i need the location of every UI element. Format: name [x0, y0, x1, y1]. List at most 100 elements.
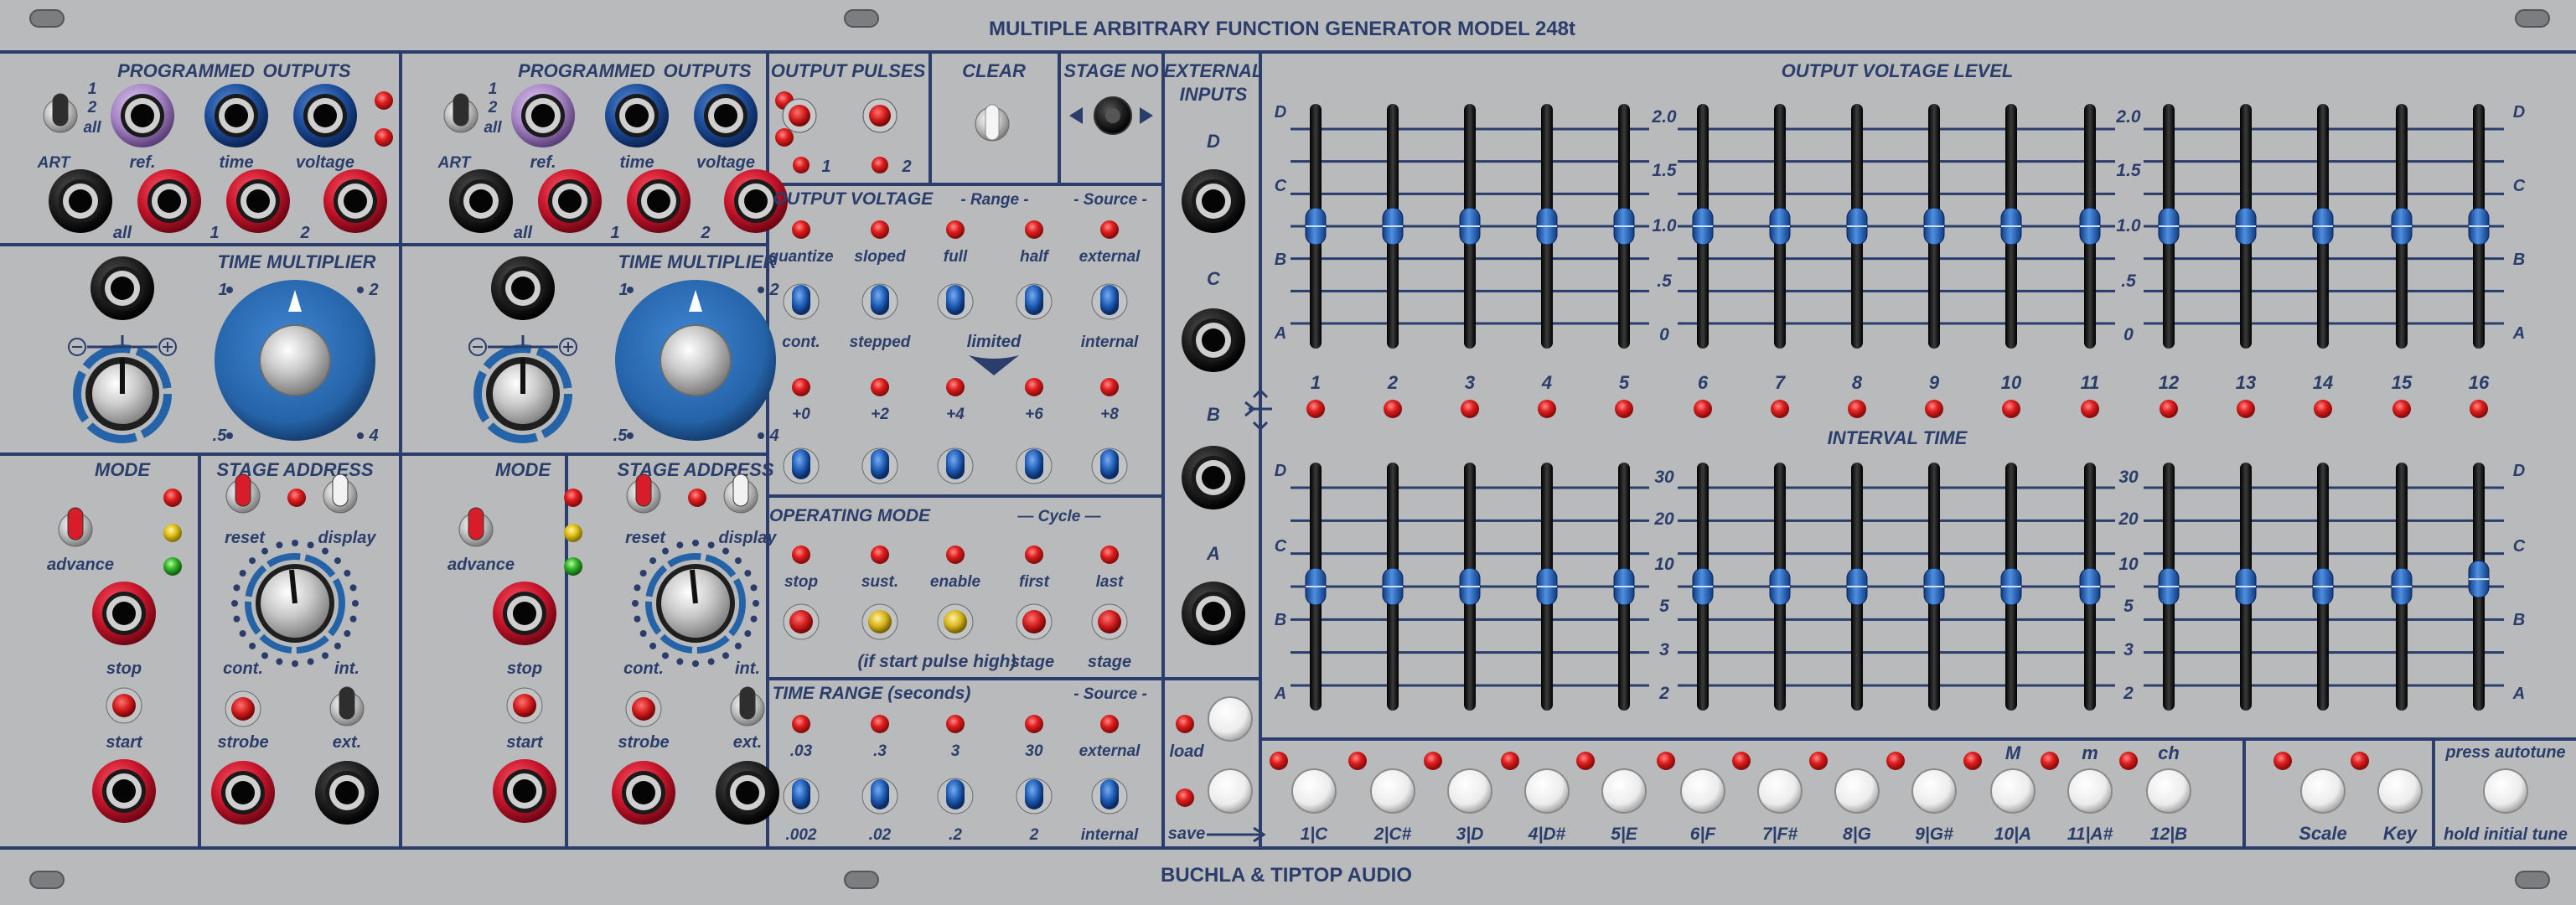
output-2-jack[interactable] [627, 169, 691, 233]
start-button[interactable] [106, 687, 142, 724]
it-left-B: B [1275, 611, 1286, 629]
keyboard-key-5[interactable] [1601, 768, 1647, 814]
ext-input-c-jack[interactable] [1182, 308, 1245, 372]
output-all-jack[interactable] [49, 169, 112, 233]
tm-dot [758, 432, 764, 439]
ref-jack[interactable] [511, 84, 575, 147]
ext-input-d-jack[interactable] [1182, 169, 1245, 233]
keyboard-key-label-11: 11|A# [2067, 825, 2113, 844]
tm-cv-jack[interactable] [91, 256, 154, 320]
autotune-button[interactable] [2483, 768, 2528, 814]
save-button[interactable] [1208, 768, 1253, 814]
start-jack[interactable] [92, 759, 156, 823]
tr-toggle-0[interactable] [783, 778, 820, 814]
om-button-3[interactable] [1016, 603, 1053, 640]
output-1-jack[interactable] [137, 169, 201, 233]
om-button-4[interactable] [1091, 603, 1128, 640]
om-button-2[interactable] [937, 603, 974, 640]
voltage-jack[interactable] [293, 84, 357, 147]
output-3-jack[interactable] [323, 169, 387, 233]
ext-jack[interactable] [315, 761, 379, 825]
scale-button[interactable] [2300, 768, 2346, 814]
stop-jack[interactable] [92, 582, 156, 645]
tr-led-0 [792, 715, 810, 733]
ov-row1-2: full [944, 248, 968, 266]
keyboard-key-8[interactable] [1834, 768, 1880, 814]
ov-row2-4: internal [1081, 334, 1139, 351]
time-jack[interactable] [605, 84, 669, 147]
time-multiplier-knob[interactable] [615, 280, 776, 441]
ov-offset-led-4 [1100, 378, 1119, 396]
stage-number-4: 4 [1541, 372, 1552, 393]
ov-toggle-1[interactable] [861, 283, 898, 320]
output-1-jack[interactable] [538, 169, 602, 233]
tr-toggle-4[interactable] [1091, 778, 1128, 814]
strobe-button[interactable] [225, 690, 261, 727]
keyboard-key-6[interactable] [1680, 768, 1725, 814]
time-jack[interactable] [204, 84, 268, 147]
outputs-label: OUTPUTS [262, 60, 350, 81]
ov-toggle-2[interactable] [937, 283, 974, 320]
start-button[interactable] [506, 687, 543, 724]
stage-led-4 [1538, 400, 1556, 418]
time-multiplier-knob[interactable] [215, 280, 375, 441]
strobe-jack[interactable] [211, 761, 275, 825]
tm-attenuverter-knob[interactable] [73, 344, 172, 443]
strobe-button[interactable] [625, 690, 662, 727]
om-button-1[interactable] [861, 603, 898, 640]
ov-toggle-3[interactable] [1016, 283, 1053, 320]
keyboard-key-12[interactable] [2146, 768, 2191, 814]
stage-led-10 [2002, 400, 2020, 418]
keyboard-key-4[interactable] [1524, 768, 1570, 814]
strobe-jack[interactable] [612, 761, 675, 825]
tm-attenuverter-knob[interactable] [473, 344, 572, 443]
om-led-4 [1100, 546, 1119, 564]
outputs-label: OUTPUTS [663, 60, 751, 81]
keyboard-key-9[interactable] [1911, 768, 1957, 814]
ov-offset-toggle-2[interactable] [937, 447, 974, 484]
output-all-jack[interactable] [449, 169, 513, 233]
output-2-jack[interactable] [226, 169, 290, 233]
tm-cv-jack[interactable] [491, 256, 555, 320]
ext-jack[interactable] [716, 761, 779, 825]
cont-label: cont. [223, 659, 263, 678]
ov-led-2 [946, 220, 965, 239]
clear-switch[interactable] [985, 104, 1000, 141]
keyboard-key-3[interactable] [1447, 768, 1492, 814]
ov-offset-toggle-1[interactable] [861, 447, 898, 484]
start-jack[interactable] [493, 759, 556, 823]
ov-offset-toggle-4[interactable] [1091, 447, 1128, 484]
ov-offset-toggle-0[interactable] [783, 447, 820, 484]
tr-led-2 [946, 715, 965, 733]
stage-led-6 [1694, 400, 1712, 418]
keyboard-key-7[interactable] [1757, 768, 1803, 814]
tr-led-1 [871, 715, 889, 733]
strobe-label: strobe [217, 733, 268, 752]
keyboard-key-1[interactable] [1291, 768, 1337, 814]
ov-offset-toggle-3[interactable] [1016, 447, 1053, 484]
voltage-jack[interactable] [694, 84, 758, 147]
cont-label: cont. [623, 659, 664, 678]
ov-toggle-4[interactable] [1091, 283, 1128, 320]
stop-jack[interactable] [493, 582, 556, 645]
time-multiplier-label: TIME MULTIPLIER [618, 251, 776, 272]
tm-1-label: 1 [218, 281, 227, 299]
load-button[interactable] [1208, 696, 1253, 742]
key-button[interactable] [2377, 768, 2423, 814]
tr-led-4 [1100, 715, 1119, 733]
tr-toggle-2[interactable] [937, 778, 974, 814]
ext-label: ext. [333, 733, 361, 752]
int-label: int. [735, 659, 760, 678]
tm-dot [357, 432, 364, 439]
keyboard-key-2[interactable] [1370, 768, 1415, 814]
ref-jack[interactable] [111, 84, 174, 147]
keyboard-key-10[interactable] [1990, 768, 2035, 814]
om-button-0[interactable] [783, 603, 820, 640]
ov-toggle-0[interactable] [783, 283, 820, 320]
ext-input-a-jack[interactable] [1182, 582, 1245, 645]
switch-2-label: 2 [488, 99, 498, 116]
ext-input-b-jack[interactable] [1182, 446, 1245, 509]
tr-toggle-1[interactable] [861, 778, 898, 814]
tr-toggle-3[interactable] [1016, 778, 1053, 814]
keyboard-key-11[interactable] [2067, 768, 2113, 814]
